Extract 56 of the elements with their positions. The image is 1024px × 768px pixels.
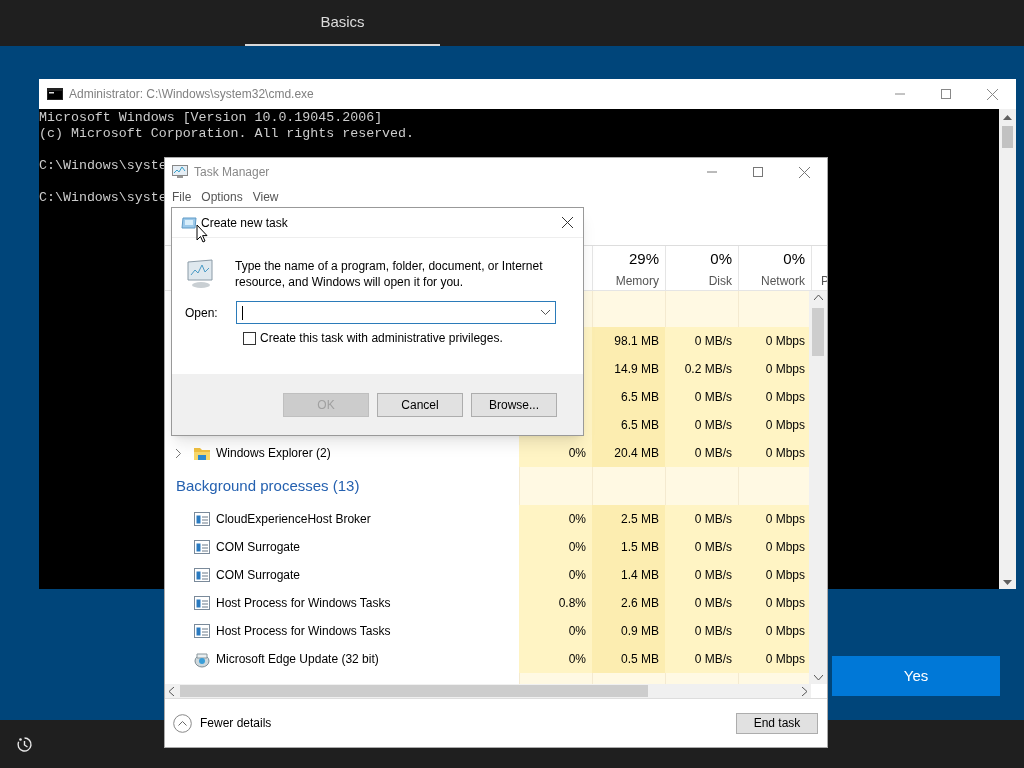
- table-cell: 0 MB/s: [665, 327, 738, 355]
- table-cell: 6.5 MB: [592, 411, 665, 439]
- process-name: CloudExperienceHost Broker: [216, 511, 371, 528]
- dialog-title: Create new task: [201, 214, 288, 232]
- window-title: Administrator: C:\Windows\system32\cmd.exe: [69, 86, 314, 103]
- table-cell: 0 MB/s: [665, 617, 738, 645]
- table-cell: 0 Mbps: [738, 533, 810, 561]
- table-cell: 20.4 MB: [592, 439, 665, 467]
- table-cell: 0 Mbps: [738, 327, 810, 355]
- console-text: Microsoft Windows [Version 10.0.19045.2006]: [39, 110, 383, 125]
- table-cell: 0 Mbps: [738, 411, 810, 439]
- table-cell: 0 Mbps: [738, 355, 810, 383]
- table-cell: 0 Mbps: [738, 439, 810, 467]
- process-name: Host Process for Windows Tasks: [216, 623, 391, 640]
- console-text: C:\Windows\syste: [39, 158, 167, 173]
- table-cell: 1.4 MB: [592, 561, 665, 589]
- table-cell: 98.1 MB: [592, 327, 665, 355]
- table-cell: 0 MB/s: [665, 589, 738, 617]
- table-cell: 0 MB/s: [665, 645, 738, 673]
- process-name: Host Process for Windows Tasks: [216, 595, 391, 612]
- table-cell: 0 Mbps: [738, 617, 810, 645]
- table-cell: 0 MB/s: [665, 533, 738, 561]
- open-label: Open:: [185, 304, 219, 322]
- table-cell: 1.5 MB: [592, 533, 665, 561]
- table-cell: 6.5 MB: [592, 383, 665, 411]
- process-name: Microsoft Edge Update (32 bit): [216, 651, 379, 668]
- console-text: (c) Microsoft Corporation. All rights reserved.: [39, 126, 415, 141]
- process-name: COM Surrogate: [216, 567, 301, 584]
- table-cell: 0 MB/s: [665, 411, 738, 439]
- table-cell: 0 Mbps: [738, 505, 810, 533]
- table-cell: 0 MB/s: [665, 383, 738, 411]
- table-cell: 0.5 MB: [592, 645, 665, 673]
- table-cell: 0%: [519, 505, 592, 533]
- table-cell: 2.5 MB: [592, 505, 665, 533]
- table-cell: 0 Mbps: [738, 383, 810, 411]
- table-cell: 0 MB/s: [665, 561, 738, 589]
- table-cell: 0.9 MB: [592, 617, 665, 645]
- table-cell: 0 Mbps: [738, 589, 810, 617]
- table-cell: 14.9 MB: [592, 355, 665, 383]
- process-name: COM Surrogate: [216, 539, 301, 556]
- table-cell: 0%: [519, 533, 592, 561]
- process-name: Windows Explorer (2): [216, 445, 331, 462]
- console-text: C:\Windows\syste: [39, 190, 167, 205]
- table-cell: 0%: [519, 617, 592, 645]
- table-cell: 0 MB/s: [665, 439, 738, 467]
- table-cell: 0 Mbps: [738, 561, 810, 589]
- window-title: Task Manager: [194, 164, 270, 181]
- table-cell: 0%: [519, 439, 592, 467]
- dialog-message: Type the name of a program, folder, document, or Internet resource, and Windows will open it for you.: [235, 258, 544, 290]
- table-cell: 0%: [519, 645, 592, 673]
- table-cell: 0.8%: [519, 589, 592, 617]
- table-cell: 0.2 MB/s: [665, 355, 738, 383]
- table-cell: 0 Mbps: [738, 645, 810, 673]
- table-cell: 0%: [519, 561, 592, 589]
- table-cell: 0 MB/s: [665, 505, 738, 533]
- table-cell: 2.6 MB: [592, 589, 665, 617]
